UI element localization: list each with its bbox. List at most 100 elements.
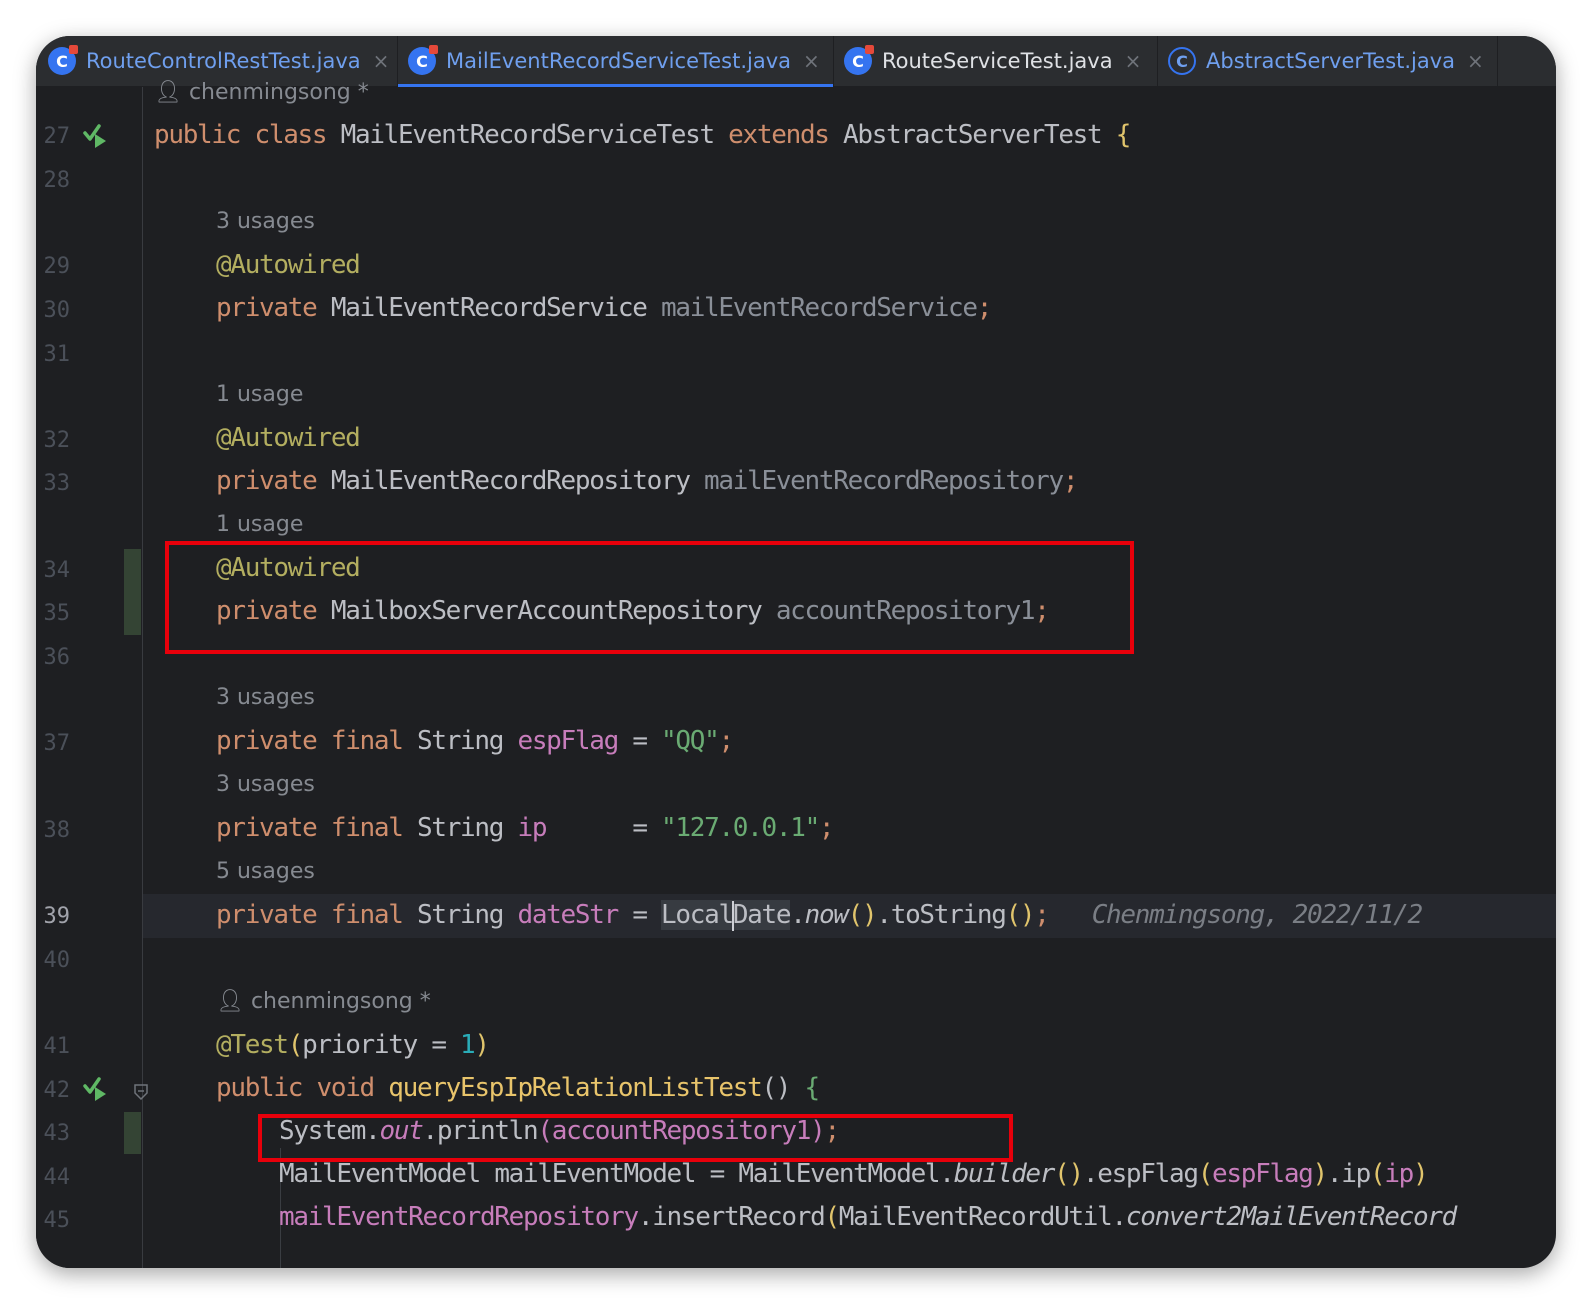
fold-icon[interactable] [134, 1084, 148, 1100]
token: Local [661, 900, 734, 930]
line-number: 45 [43, 1208, 71, 1233]
type-name: String [416, 813, 504, 843]
usages-hint[interactable]: 5 usages [216, 859, 315, 884]
usages-hint[interactable]: 1 usage [216, 512, 303, 537]
vcs-change-marker [124, 549, 141, 635]
method-name: .toString [876, 900, 1006, 930]
superclass-name: AbstractServerTest [843, 120, 1103, 150]
author-hint[interactable]: 👤︎ chenmingsong * [216, 989, 431, 1014]
inline-blame: Chenmingsong, 2022/11/2 [1091, 900, 1423, 930]
java-class-icon: C [408, 45, 438, 75]
line-number: 34 [43, 558, 71, 583]
field-name: mailEventRecordService [660, 293, 978, 323]
variable-name: mailEventModel [494, 1159, 696, 1189]
token: ( [1369, 1159, 1386, 1189]
code-line-45: mailEventRecordRepository.insertRecord(M… [279, 1202, 1457, 1232]
code-line-29: @Autowired [216, 250, 361, 280]
field-name: ip [517, 813, 547, 843]
user-icon: 👤︎ [216, 989, 251, 1014]
type-name: MailEventModel [279, 1159, 481, 1189]
ide-window: C RouteControlRestTest.java × C MailEven… [36, 36, 1556, 1268]
line-number: 27 [43, 124, 71, 149]
class-name: MailEventModel. [738, 1159, 955, 1189]
class-name: MailEventRecordServiceTest [340, 120, 715, 150]
author-text: chenmingsong * [250, 989, 431, 1014]
java-abstract-class-icon: C [1168, 47, 1196, 75]
method-name: .ip [1326, 1159, 1371, 1189]
close-icon[interactable]: × [373, 49, 390, 73]
line-number: 41 [43, 1034, 71, 1059]
close-icon[interactable]: × [1125, 49, 1142, 73]
token: = [709, 1159, 726, 1189]
code-line-39: private final String dateStr = LocalDate… [216, 900, 1423, 931]
code-line-33: private MailEventRecordRepository mailEv… [216, 466, 1079, 496]
author-text: chenmingsong * [188, 80, 369, 105]
tab-label: RouteServiceTest.java [882, 49, 1113, 73]
code-editor[interactable]: 👤︎ chenmingsong * public class MailEvent… [154, 80, 1556, 1268]
field-name: dateStr [517, 900, 619, 930]
highlight-box-autowired-field [165, 541, 1134, 654]
token: () [847, 900, 878, 930]
token: ( [1197, 1159, 1214, 1189]
line-number: 35 [43, 601, 71, 626]
usages-hint[interactable]: 3 usages [216, 772, 315, 797]
type-name: String [416, 900, 504, 930]
tab-label: RouteControlRestTest.java [86, 49, 361, 73]
close-icon[interactable]: × [803, 49, 820, 73]
tab-route-service-test[interactable]: C RouteServiceTest.java × [834, 36, 1158, 86]
line-number: 31 [43, 342, 71, 367]
field-name: espFlag [1212, 1159, 1314, 1189]
token: ; [1062, 466, 1079, 496]
token: ) [1312, 1159, 1329, 1189]
user-icon: 👤︎ [154, 80, 189, 105]
token: priority [302, 1030, 418, 1060]
line-number: 29 [43, 254, 71, 279]
tab-abstract-server-test[interactable]: C AbstractServerTest.java × [1158, 36, 1498, 86]
tab-route-control-rest-test[interactable]: C RouteControlRestTest.java × [36, 36, 398, 86]
token: . [790, 900, 806, 930]
run-test-icon[interactable] [82, 1075, 108, 1101]
token: ( [824, 1202, 840, 1232]
line-number: 28 [43, 168, 71, 193]
token: = [632, 813, 648, 843]
run-test-icon[interactable] [82, 122, 108, 148]
line-number-current: 39 [43, 904, 71, 929]
usages-hint[interactable]: 3 usages [216, 209, 315, 234]
code-line-42: public void queryEspIpRelationListTest()… [216, 1073, 820, 1103]
token: ) [1413, 1159, 1429, 1189]
class-name: MailEventRecordUtil. [838, 1202, 1127, 1232]
token: ; [818, 813, 835, 843]
code-line-27: public class MailEventRecordServiceTest … [154, 120, 1131, 150]
token: public [154, 120, 241, 150]
line-number: 44 [43, 1165, 71, 1190]
token: = [632, 900, 648, 930]
token: extends [728, 120, 830, 150]
token: private [216, 293, 318, 323]
type-name: MailEventRecordService [330, 293, 648, 323]
annotation: @Autowired [216, 423, 361, 453]
token: final [330, 900, 404, 930]
annotation: @Autowired [216, 250, 361, 280]
method-name: builder [953, 1159, 1056, 1189]
close-icon[interactable]: × [1467, 49, 1484, 73]
line-number: 40 [43, 948, 71, 973]
token: private [216, 813, 318, 843]
string-literal: "127.0.0.1" [661, 813, 820, 843]
line-number: 36 [43, 645, 71, 670]
token: private [216, 726, 318, 756]
field-name: mailEventRecordRepository [704, 466, 1064, 496]
annotation: @Test [216, 1030, 289, 1060]
tab-label: MailEventRecordServiceTest.java [446, 49, 792, 73]
author-hint[interactable]: 👤︎ chenmingsong * [154, 80, 369, 105]
usages-hint[interactable]: 1 usage [216, 382, 303, 407]
class-name-highlighted: LocalDate [661, 900, 792, 931]
field-name: ip [1384, 1159, 1414, 1189]
token: ; [1034, 900, 1050, 930]
token: Date [732, 900, 792, 930]
usages-hint[interactable]: 3 usages [216, 685, 315, 710]
tab-mail-event-record-service-test[interactable]: C MailEventRecordServiceTest.java × [398, 36, 834, 87]
token: ; [976, 293, 993, 323]
line-number: 38 [43, 818, 71, 843]
method-name: queryEspIpRelationListTest [388, 1073, 762, 1103]
code-line-32: @Autowired [216, 423, 361, 453]
